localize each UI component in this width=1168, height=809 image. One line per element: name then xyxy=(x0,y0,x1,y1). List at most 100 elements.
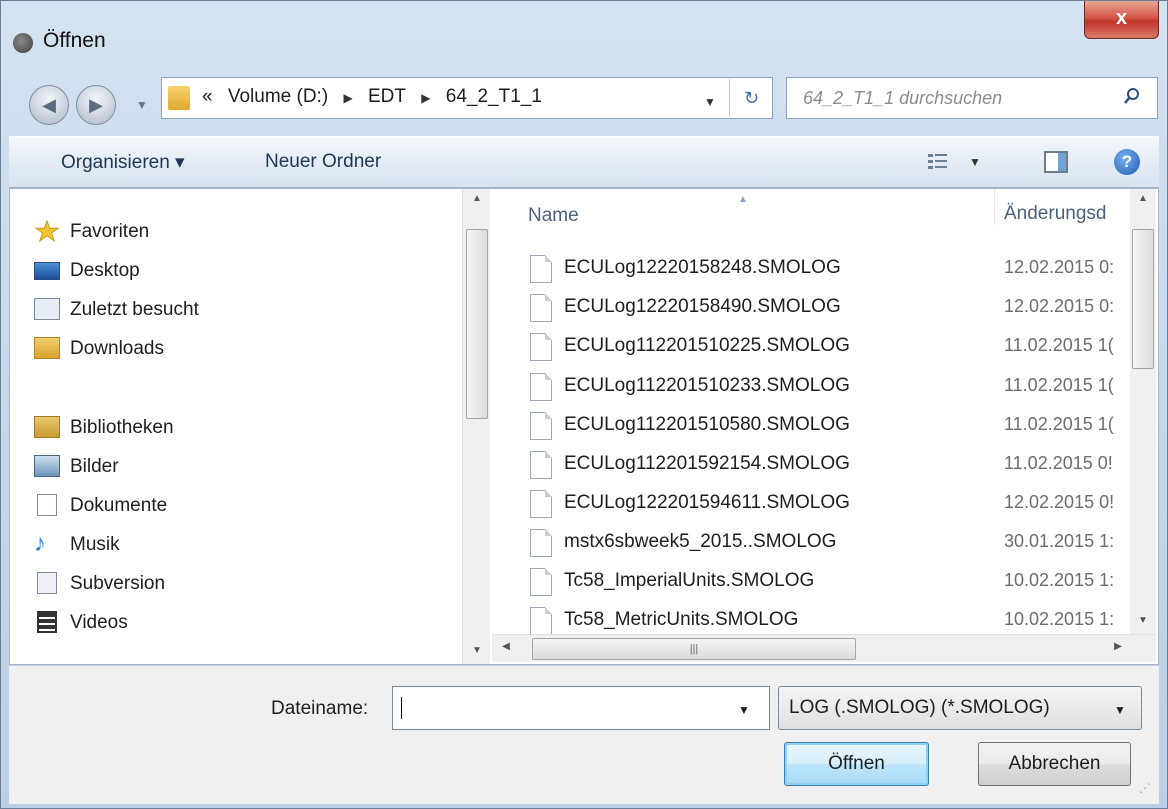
back-button[interactable]: ◀ xyxy=(29,85,69,125)
file-name: ECULog112201592154.SMOLOG xyxy=(564,453,850,474)
filename-input[interactable]: ▼ xyxy=(392,686,770,730)
file-icon xyxy=(530,607,552,635)
sidebar-item-label: Zuletzt besucht xyxy=(70,299,199,320)
file-row[interactable]: Tc58_ImperialUnits.SMOLOG 10.02.2015 1: xyxy=(530,566,1130,602)
file-date: 12.02.2015 0: xyxy=(1004,257,1115,277)
file-name: ECULog112201510233.SMOLOG xyxy=(564,375,850,396)
file-date: 10.02.2015 1: xyxy=(1004,609,1115,629)
file-list-horizontal-scrollbar[interactable]: ◀ ||| ▶ xyxy=(492,634,1156,662)
file-row[interactable]: ECULog122201594611.SMOLOG 12.02.2015 0! xyxy=(530,488,1130,524)
downloads-icon xyxy=(34,337,60,359)
scroll-down-icon[interactable]: ▼ xyxy=(463,645,491,656)
file-row[interactable]: mstx6sbweek5_2015..SMOLOG 30.01.2015 1: xyxy=(530,527,1130,563)
file-date: 11.02.2015 1( xyxy=(1004,414,1114,434)
sidebar-item-label: Subversion xyxy=(70,573,166,594)
scroll-left-icon[interactable]: ◀ xyxy=(496,641,516,652)
file-date: 11.02.2015 0! xyxy=(1004,453,1113,473)
close-button[interactable]: x xyxy=(1084,1,1159,39)
breadcrumb-current[interactable]: 64_2_T1_1 xyxy=(446,86,542,107)
vertical-scroll-thumb[interactable] xyxy=(1132,229,1154,369)
column-header-date[interactable]: Änderungsd xyxy=(1004,203,1106,225)
file-name: ECULog12220158248.SMOLOG xyxy=(564,257,841,278)
sidebar-scrollbar[interactable]: ▲ ▼ xyxy=(462,189,490,664)
forward-button[interactable]: ▶ xyxy=(76,85,116,125)
horizontal-scroll-thumb[interactable]: ||| xyxy=(532,638,856,660)
file-name: mstx6sbweek5_2015..SMOLOG xyxy=(564,531,837,552)
file-row[interactable]: ECULog112201592154.SMOLOG 11.02.2015 0! xyxy=(530,449,1130,485)
filetype-value: LOG (.SMOLOG) (*.SMOLOG) xyxy=(789,697,1050,718)
star-icon xyxy=(34,220,60,242)
chevron-right-icon[interactable]: ▶ xyxy=(421,91,430,105)
file-name: ECULog12220158490.SMOLOG xyxy=(564,296,841,317)
film-icon xyxy=(37,611,57,633)
file-icon xyxy=(530,529,552,557)
breadcrumb-overflow[interactable]: « xyxy=(202,86,213,107)
open-button[interactable]: Öffnen xyxy=(784,742,929,786)
file-row[interactable]: ECULog12220158248.SMOLOG 12.02.2015 0: xyxy=(530,253,1130,289)
scroll-up-icon[interactable]: ▲ xyxy=(463,193,491,204)
column-divider[interactable] xyxy=(994,189,995,225)
sort-ascending-icon: ▲ xyxy=(738,194,748,205)
file-icon xyxy=(530,568,552,596)
file-row[interactable]: ECULog112201510580.SMOLOG 11.02.2015 1( xyxy=(530,410,1130,446)
sidebar-item-label: Videos xyxy=(70,612,128,633)
file-icon xyxy=(530,451,552,479)
file-icon xyxy=(530,373,552,401)
sidebar-item-label: Musik xyxy=(70,534,120,555)
address-dropdown-icon[interactable]: ▼ xyxy=(704,95,716,109)
file-icon xyxy=(530,333,552,361)
libraries-icon xyxy=(34,416,60,438)
breadcrumb-edt[interactable]: EDT xyxy=(368,86,406,107)
sidebar-item-label: Dokumente xyxy=(70,495,168,516)
scroll-right-icon[interactable]: ▶ xyxy=(1108,641,1128,652)
file-name: Tc58_MetricUnits.SMOLOG xyxy=(564,609,799,630)
search-icon[interactable] xyxy=(1123,87,1141,105)
folder-icon xyxy=(168,86,190,110)
resize-grip-icon[interactable]: ⋰ xyxy=(1139,781,1151,795)
file-date: 12.02.2015 0: xyxy=(1004,296,1115,316)
forward-arrow-icon: ▶ xyxy=(89,95,103,115)
sidebar-header-label: Favoriten xyxy=(70,221,150,242)
filetype-select[interactable]: LOG (.SMOLOG) (*.SMOLOG) ▼ xyxy=(778,686,1142,730)
file-list: ▲ Name Änderungsd ECULog12220158248.SMOL… xyxy=(492,189,1158,664)
chevron-right-icon[interactable]: ▶ xyxy=(343,91,352,105)
file-list-vertical-scrollbar[interactable]: ▲ ▼ xyxy=(1130,189,1156,634)
file-date: 12.02.2015 0! xyxy=(1004,492,1115,512)
file-date: 11.02.2015 1( xyxy=(1004,335,1114,355)
title-bar: Öffnen x xyxy=(1,1,1167,63)
breadcrumb: « Volume (D:) ▶ EDT ▶ 64_2_T1_1 xyxy=(202,86,552,108)
filename-label: Dateiname: xyxy=(271,698,369,719)
new-folder-button[interactable]: Neuer Ordner xyxy=(265,151,381,173)
refresh-button[interactable]: ↻ xyxy=(729,79,773,117)
back-arrow-icon: ◀ xyxy=(42,95,56,115)
view-options-icon[interactable] xyxy=(927,152,949,172)
view-dropdown-icon[interactable]: ▼ xyxy=(969,155,981,169)
file-icon xyxy=(530,294,552,322)
file-name: ECULog122201594611.SMOLOG xyxy=(564,492,850,513)
filename-dropdown-icon[interactable]: ▼ xyxy=(738,703,750,717)
search-placeholder: 64_2_T1_1 durchsuchen xyxy=(803,88,1003,108)
address-bar[interactable]: « Volume (D:) ▶ EDT ▶ 64_2_T1_1 xyxy=(161,77,773,119)
file-name: ECULog112201510225.SMOLOG xyxy=(564,335,850,356)
recent-locations-dropdown-icon[interactable]: ▼ xyxy=(136,98,148,112)
file-row[interactable]: ECULog12220158490.SMOLOG 12.02.2015 0: xyxy=(530,292,1130,328)
filetype-dropdown-icon[interactable]: ▼ xyxy=(1114,703,1126,717)
file-icon xyxy=(530,412,552,440)
cancel-button[interactable]: Abbrechen xyxy=(978,742,1131,786)
preview-pane-icon[interactable] xyxy=(1044,151,1068,173)
sidebar-scroll-thumb[interactable] xyxy=(466,229,488,419)
organize-menu[interactable]: Organisieren ▾ xyxy=(61,151,185,174)
breadcrumb-volume[interactable]: Volume (D:) xyxy=(228,86,328,107)
file-row[interactable]: ECULog112201510225.SMOLOG 11.02.2015 1( xyxy=(530,331,1130,367)
open-dialog: Öffnen x ◀ ▶ ▼ « Volume (D:) ▶ EDT ▶ 64_… xyxy=(0,0,1168,809)
file-name: ECULog112201510580.SMOLOG xyxy=(564,414,850,435)
file-name: Tc58_ImperialUnits.SMOLOG xyxy=(564,570,815,591)
scroll-down-icon[interactable]: ▼ xyxy=(1130,615,1156,626)
search-input[interactable]: 64_2_T1_1 durchsuchen xyxy=(786,77,1158,119)
scroll-up-icon[interactable]: ▲ xyxy=(1130,193,1156,204)
help-icon[interactable]: ? xyxy=(1114,149,1140,175)
content-area: Favoriten Desktop Zuletzt besucht Downlo… xyxy=(9,188,1159,665)
column-header-name[interactable]: Name xyxy=(528,205,579,227)
file-row[interactable]: ECULog112201510233.SMOLOG 11.02.2015 1( xyxy=(530,371,1130,407)
file-date: 10.02.2015 1: xyxy=(1004,570,1115,590)
